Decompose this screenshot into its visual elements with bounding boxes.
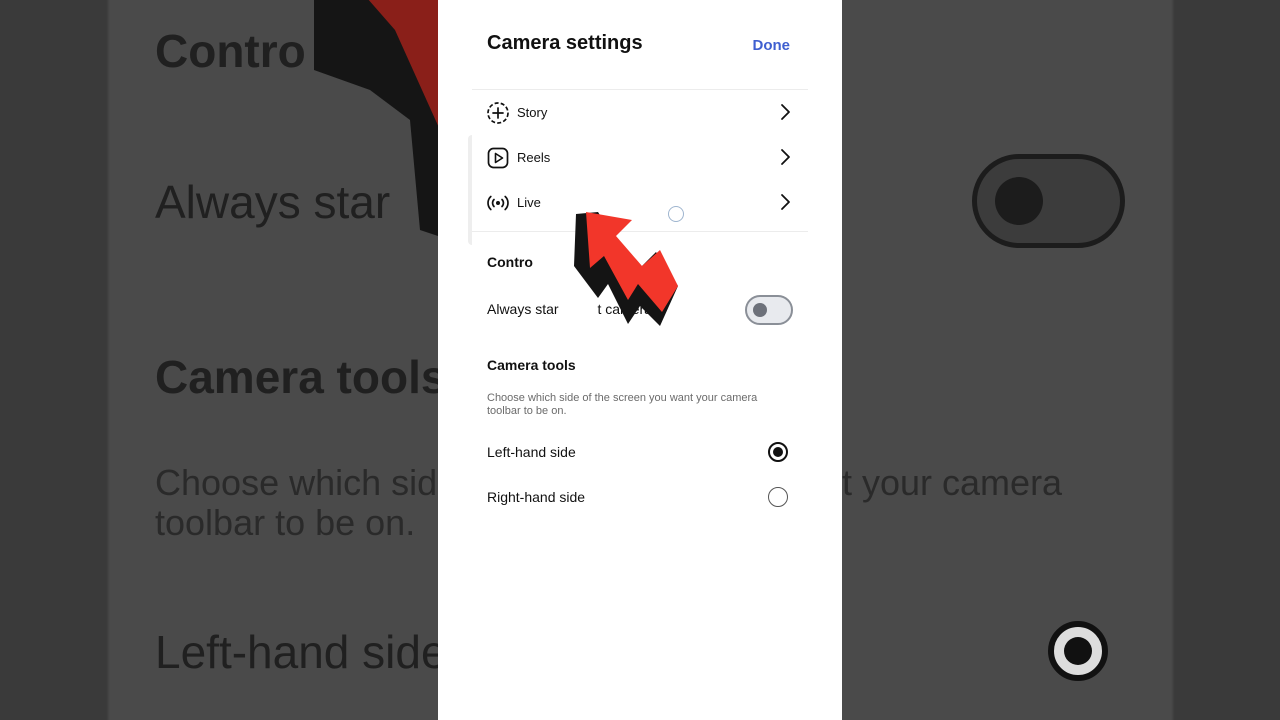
background-control-text: Contro (155, 25, 306, 77)
nav-item-reels[interactable]: Reels (472, 135, 808, 180)
background-left-hand-text: Left-hand side (155, 626, 447, 678)
chevron-right-icon (781, 104, 790, 120)
background-camera-tools-text: Camera tools (155, 351, 447, 403)
option-left-hand-side[interactable]: Left-hand side (472, 432, 808, 472)
story-add-icon (487, 102, 509, 124)
background-radio (1048, 621, 1108, 681)
radio-selected[interactable] (768, 442, 788, 462)
page-title: Camera settings (487, 32, 643, 54)
background-always-text: Always star (155, 176, 391, 228)
background-choose-text-2: toolbar to be on. (155, 502, 416, 543)
nav-item-label: Live (517, 195, 541, 210)
background-toggle (972, 154, 1125, 248)
nav-item-label: Reels (517, 150, 551, 165)
toggle-knob (753, 303, 767, 317)
background-choose-text-3: t your camera (842, 462, 1063, 503)
radio-unselected[interactable] (768, 487, 788, 507)
controls-section-title: Contro (487, 254, 533, 270)
phone-screen: Camera settings Done Story Reels Live Co… (438, 0, 842, 720)
sheet-header: Camera settings Done (472, 0, 808, 90)
always-front-camera-toggle[interactable] (745, 295, 793, 325)
option-label: Right-hand side (487, 489, 586, 505)
camera-tools-description: Choose which side of the screen you want… (487, 392, 758, 417)
live-broadcast-icon (487, 195, 509, 211)
nav-item-story[interactable]: Story (472, 90, 808, 135)
background-choose-text-1: Choose which sid (155, 462, 438, 503)
reels-icon (487, 147, 509, 169)
chevron-right-icon (781, 194, 790, 210)
option-label: Left-hand side (487, 444, 576, 460)
camera-tools-section-title: Camera tools (487, 357, 576, 373)
option-right-hand-side[interactable]: Right-hand side (472, 477, 808, 517)
chevron-right-icon (781, 149, 790, 165)
nav-item-label: Story (517, 105, 548, 120)
camera-settings-sheet: Camera settings Done Story Reels Live Co… (472, 0, 808, 560)
done-button[interactable]: Done (753, 37, 791, 54)
red-arrow-overlay-icon (574, 212, 678, 326)
